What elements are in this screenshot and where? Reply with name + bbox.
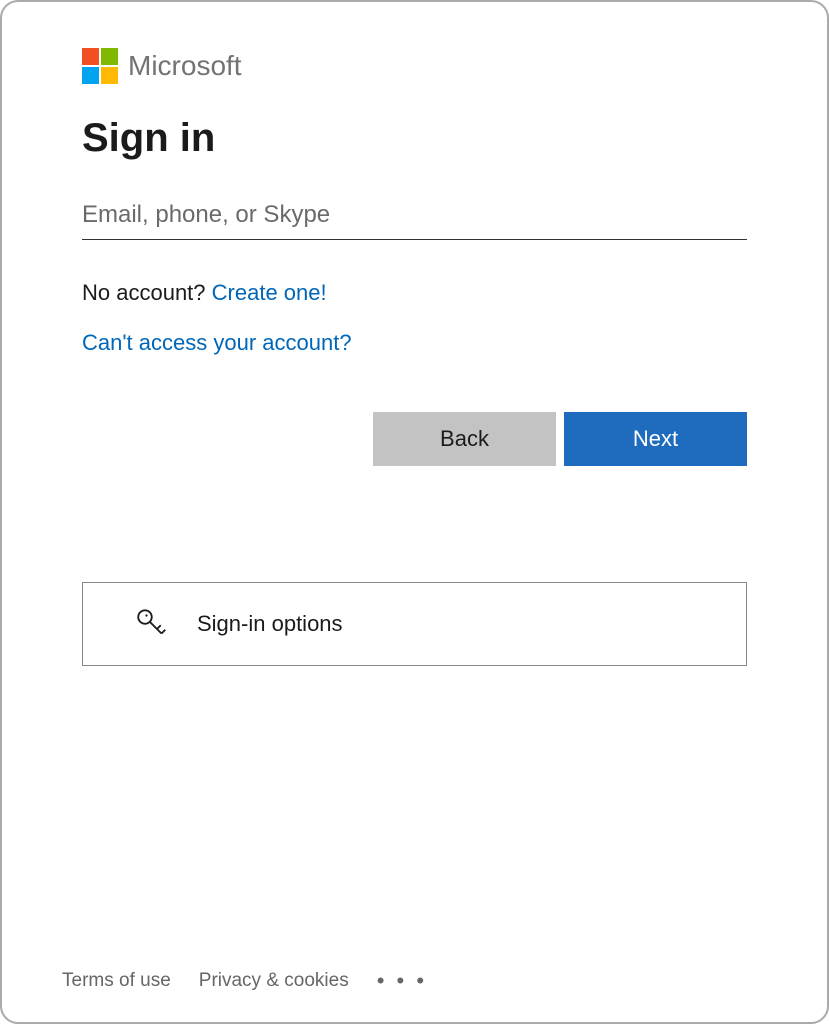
cant-access-link[interactable]: Can't access your account? [82, 330, 352, 355]
button-row: Back Next [82, 412, 747, 466]
signin-options-button[interactable]: Sign-in options [82, 582, 747, 666]
next-button[interactable]: Next [564, 412, 747, 466]
terms-link[interactable]: Terms of use [62, 970, 171, 992]
header: Microsoft [82, 48, 747, 84]
privacy-link[interactable]: Privacy & cookies [199, 970, 349, 992]
no-account-text: No account? Create one! [82, 280, 747, 306]
footer: Terms of use Privacy & cookies • • • [62, 968, 747, 994]
signin-options-label: Sign-in options [197, 611, 343, 637]
login-input[interactable] [82, 193, 747, 240]
no-account-prefix: No account? [82, 280, 212, 305]
page-title: Sign in [82, 116, 747, 161]
more-icon[interactable]: • • • [377, 968, 427, 994]
create-account-link[interactable]: Create one! [212, 280, 327, 305]
back-button[interactable]: Back [373, 412, 556, 466]
brand-name: Microsoft [128, 50, 242, 82]
key-icon [133, 605, 169, 644]
microsoft-logo-icon [82, 48, 118, 84]
